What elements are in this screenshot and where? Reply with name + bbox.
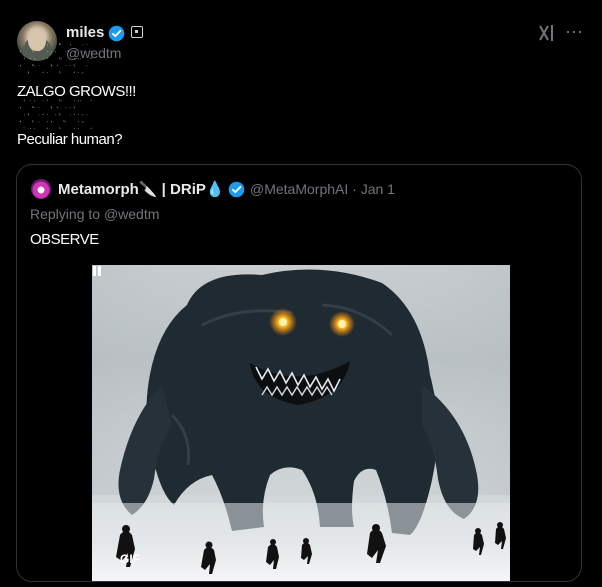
gif-badge: GIF [120, 552, 140, 566]
quoted-handle-date[interactable]: @MetaMorphAI · Jan 1 [250, 181, 395, 197]
pause-icon[interactable] [92, 265, 102, 277]
post-line-2: Peculiar human? [17, 131, 123, 148]
more-icon[interactable]: ⋯ [565, 23, 583, 41]
quoted-avatar[interactable] [31, 179, 51, 199]
post-line-1: ZALGO GROWS!!! [17, 83, 136, 100]
author-name[interactable]: miles [66, 24, 104, 41]
replying-to: Replying to @wedtm [30, 206, 159, 222]
replying-prefix: Replying to [30, 206, 104, 222]
affiliate-badge-icon [131, 26, 143, 38]
replying-to-handle[interactable]: @wedtm [104, 206, 159, 222]
author-handle[interactable]: @wedtm [66, 45, 121, 61]
quoted-verified-check-icon [228, 181, 245, 198]
monster-image [92, 265, 510, 581]
gif-media[interactable]: GIF [92, 265, 510, 581]
avatar[interactable] [17, 21, 57, 61]
quoted-text: OBSERVE [30, 231, 99, 248]
verified-check-icon [108, 25, 125, 42]
quoted-post[interactable]: Metamorph🔪 | DRiP💧 @MetaMorphAI · Jan 1 … [16, 164, 582, 582]
tweet: miles @wedtm ⋯ ˙ ͔ ̗ ̩ ˙ ̥ ͔ ̩ ̣˙ ̗ ˙ ̩ … [0, 0, 602, 587]
grok-icon[interactable] [538, 24, 556, 42]
quoted-author-name[interactable]: Metamorph🔪 | DRiP💧 [58, 180, 225, 198]
